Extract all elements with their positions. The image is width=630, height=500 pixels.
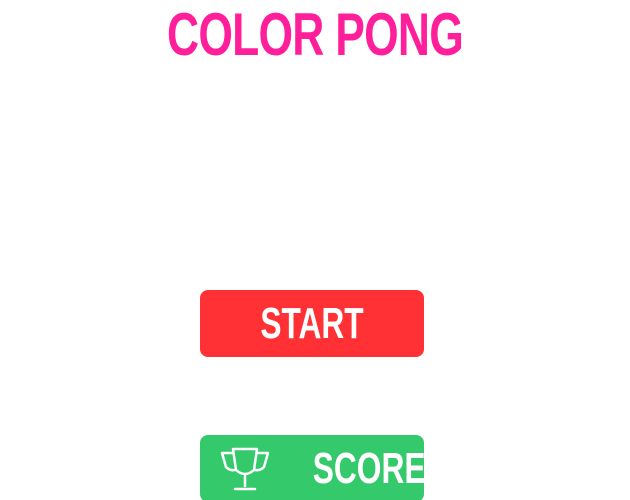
start-button[interactable]: START xyxy=(200,290,424,357)
start-button-label: START xyxy=(260,299,364,348)
score-button-label: SCORE xyxy=(312,444,426,493)
score-button[interactable]: SCORE xyxy=(200,435,426,500)
game-title: COLOR PONG xyxy=(166,1,464,68)
trophy-icon xyxy=(220,447,270,491)
